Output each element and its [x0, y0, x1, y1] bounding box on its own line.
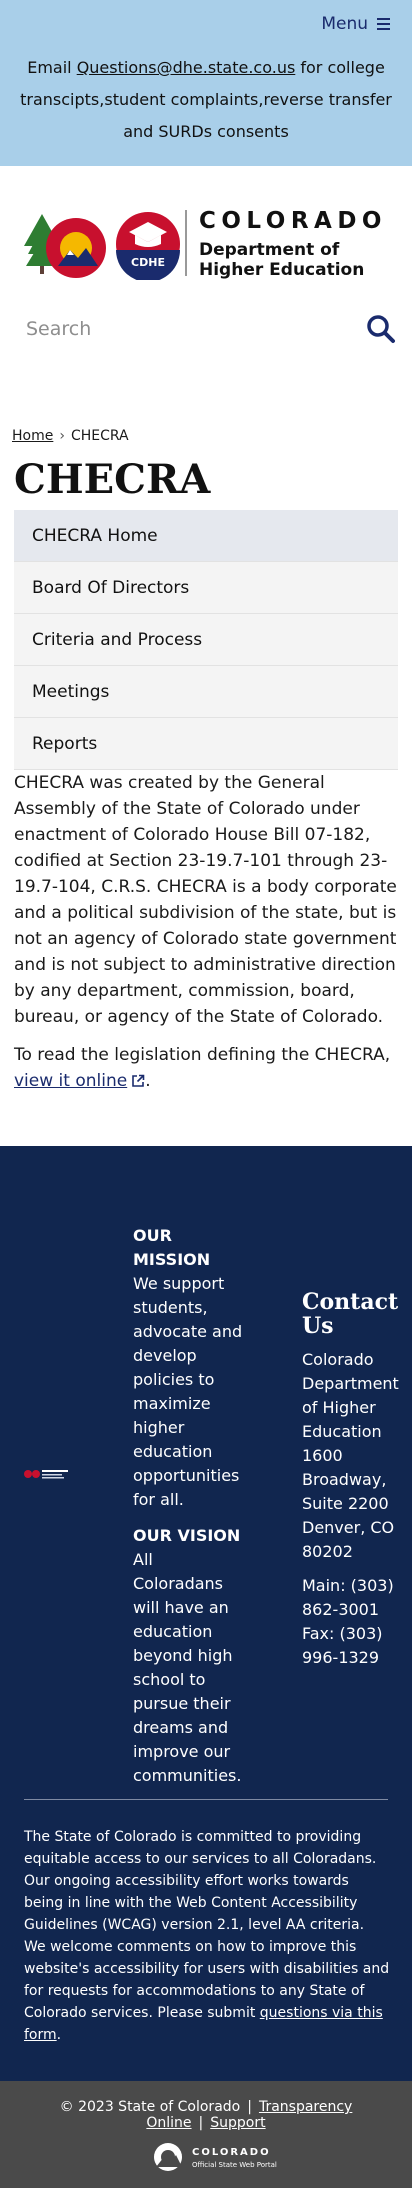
section-nav: CHECRA Home Board Of Directors Criteria … — [14, 510, 398, 770]
mission-text: We support students, advocate and develo… — [133, 1274, 243, 1509]
vision-heading: OUR VISION — [133, 1526, 241, 1545]
site-logo[interactable]: CDHE COLORADO Department of Higher Educa… — [0, 166, 412, 314]
hamburger-icon — [377, 18, 390, 30]
vision-section: OUR VISION All Coloradans will have an e… — [133, 1524, 243, 1788]
breadcrumb-separator: › — [59, 428, 65, 444]
mission-heading: OUR MISSION — [133, 1226, 211, 1269]
search-input[interactable] — [26, 314, 326, 344]
alert-email-link[interactable]: Questions@dhe.state.co.us — [77, 58, 296, 77]
support-link[interactable]: Support — [210, 2115, 265, 2131]
mission-section: OUR MISSION We support students, advocat… — [133, 1224, 243, 1512]
footer-cdhe-logo-icon[interactable] — [24, 1469, 70, 1479]
breadcrumb-current: CHECRA — [70, 428, 129, 444]
breadcrumb-home-link[interactable]: Home — [12, 428, 53, 444]
section-nav-item-meetings[interactable]: Meetings — [14, 666, 398, 718]
section-nav-item-criteria-and-process[interactable]: Criteria and Process — [14, 614, 398, 666]
search-icon[interactable] — [366, 314, 396, 344]
legislation-paragraph: To read the legislation defining the CHE… — [14, 1045, 391, 1091]
view-it-online-link[interactable]: view it online — [14, 1071, 127, 1091]
svg-text:COLORADO: COLORADO — [192, 2147, 271, 2158]
logo-title: COLORADO — [199, 208, 387, 234]
logo-subtitle-line1: Department of — [199, 240, 340, 260]
vision-text: All Coloradans will have an education be… — [133, 1550, 242, 1785]
main-content: Home › CHECRA CHECRA CHECRA Home Board Of … — [0, 412, 412, 1094]
colorado-official-portal-logo-icon[interactable]: COLORADO Official State Web Portal — [152, 2141, 292, 2173]
site-footer: OUR MISSION We support students, advocat… — [0, 1146, 412, 2081]
contact-fax: Fax: (303) 996-1329 — [302, 1624, 383, 1667]
alert-message: Email Questions@dhe.state.co.us for coll… — [20, 58, 392, 141]
contact-phone: Main: (303) 862-3001 Fax: (303) 996-1329 — [302, 1576, 394, 1667]
logo-subtitle-line2: Higher Education — [199, 260, 365, 280]
body-text: CHECRA was created by the General Assemb… — [0, 770, 412, 1094]
bottom-links: © 2023 State of Colorado | Transparency On… — [59, 2099, 353, 2131]
copyright-text: © 2023 State of Colorado — [59, 2099, 241, 2115]
contact-address: Colorado Department of Higher Education … — [302, 1350, 399, 1561]
section-nav-item-checra-home[interactable]: CHECRA Home — [14, 510, 398, 562]
footer-divider — [24, 1799, 388, 1800]
bottom-bar: © 2023 State of Colorado | Transparency On… — [0, 2081, 412, 2188]
accessibility-statement: The State of Colorado is committed to pr… — [24, 1829, 390, 2043]
contact-section: Contact Us Colorado Department of Higher… — [302, 1290, 402, 1680]
colorado-mountain-logo-icon — [24, 214, 106, 278]
intro-paragraph: CHECRA was created by the General Assemb… — [14, 773, 397, 1027]
menu-button[interactable]: Menu — [321, 14, 390, 34]
svg-text:CDHE: CDHE — [131, 256, 165, 269]
cdhe-badge-icon: CDHE — [116, 212, 180, 280]
logo-wordmark: COLORADO Department of Higher Education — [185, 206, 387, 280]
section-nav-item-reports[interactable]: Reports — [14, 718, 398, 770]
svg-text:Official State Web Portal: Official State Web Portal — [192, 2161, 277, 2169]
breadcrumb: Home › CHECRA — [0, 412, 412, 460]
top-banner: Menu Email Questions@dhe.state.co.us for… — [0, 0, 412, 166]
logo-divider — [185, 210, 187, 276]
menu-label: Menu — [321, 14, 368, 34]
external-link-icon — [132, 1074, 145, 1087]
contact-heading: Contact Us — [302, 1289, 399, 1339]
search-bar — [0, 314, 412, 412]
page-title: CHECRA — [14, 456, 211, 503]
section-nav-item-board-of-directors[interactable]: Board Of Directors — [14, 562, 398, 614]
